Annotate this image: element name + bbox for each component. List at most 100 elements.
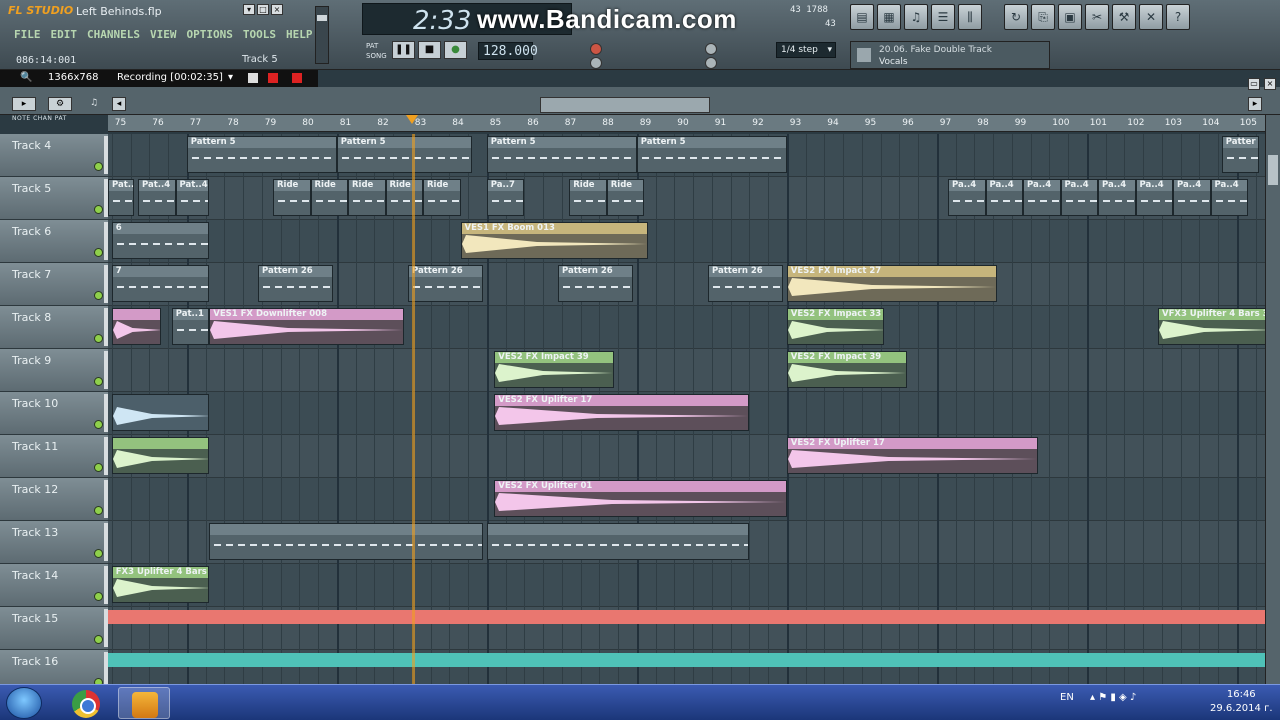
browser-icon[interactable]: ☰ bbox=[931, 4, 955, 30]
minimize-button[interactable]: ▾ bbox=[243, 4, 255, 15]
clip[interactable]: VES2 FX Uplifter 01 bbox=[494, 480, 787, 517]
track-header[interactable]: Track 4 bbox=[0, 134, 108, 177]
clip[interactable]: Pa..4 bbox=[1210, 179, 1248, 216]
stop-button[interactable]: ■ bbox=[418, 41, 441, 59]
menu-options[interactable]: OPTIONS bbox=[186, 28, 232, 41]
menu-edit[interactable]: EDIT bbox=[51, 28, 78, 41]
clip[interactable]: Pattern 5 bbox=[336, 136, 472, 173]
clip[interactable]: Pattern 5 bbox=[636, 136, 787, 173]
restore-button[interactable]: □ bbox=[257, 4, 269, 15]
playlist-grid[interactable]: Pattern 5 Pattern 5 Pattern 5 Pattern 5 Patt… bbox=[108, 134, 1265, 684]
track-mute-led[interactable] bbox=[94, 162, 103, 171]
clip[interactable]: VES1 FX Boom 013 bbox=[460, 222, 648, 259]
mixer-icon[interactable]: ⫼ bbox=[958, 4, 982, 30]
track-mute-led[interactable] bbox=[94, 291, 103, 300]
playlist-icon[interactable]: ▤ bbox=[850, 4, 874, 30]
clip[interactable]: Pa..4 bbox=[948, 179, 986, 216]
blend-icon[interactable] bbox=[705, 43, 717, 55]
tray-lang[interactable]: EN bbox=[1060, 692, 1074, 703]
tray-icons[interactable]: ▴ ⚑ ▮ ◈ ♪ bbox=[1090, 692, 1136, 703]
track-mute-led[interactable] bbox=[94, 205, 103, 214]
dropdown-icon[interactable]: ▾ bbox=[228, 72, 233, 83]
piano-roll-icon[interactable]: ♫ bbox=[904, 4, 928, 30]
note-icon[interactable]: ♫ bbox=[82, 97, 106, 111]
clip[interactable]: VES1 FX Downlifter 008 bbox=[209, 308, 405, 345]
close-button[interactable]: × bbox=[271, 4, 283, 15]
vertical-scrollbar[interactable] bbox=[1265, 115, 1280, 685]
master-volume-slider[interactable] bbox=[315, 6, 329, 64]
track-mute-led[interactable] bbox=[94, 549, 103, 558]
clip[interactable]: VES2 FX Impact 39 bbox=[786, 351, 907, 388]
clip[interactable]: VES2 FX Impact 39 bbox=[494, 351, 615, 388]
clip[interactable]: FX3 Uplifter 4 Bars 35 bbox=[111, 566, 210, 603]
clip[interactable]: Ride bbox=[385, 179, 423, 216]
clip[interactable]: Ride bbox=[310, 179, 348, 216]
track-lane[interactable] bbox=[108, 220, 1265, 263]
menu-view[interactable]: VIEW bbox=[150, 28, 177, 41]
track-header[interactable]: Track 9 bbox=[0, 349, 108, 392]
system-clock[interactable]: 16:46 29.6.2014 г. bbox=[1210, 688, 1273, 716]
playlist-close-button[interactable]: × bbox=[1264, 78, 1276, 90]
clip[interactable]: Pa..4 bbox=[1135, 179, 1173, 216]
track-lane[interactable] bbox=[108, 435, 1265, 478]
track-mute-led[interactable] bbox=[94, 248, 103, 257]
render-icon[interactable]: ▣ bbox=[1058, 4, 1082, 30]
menu-help[interactable]: HELP bbox=[286, 28, 313, 41]
clip[interactable]: Pat..3 bbox=[108, 179, 135, 216]
clip[interactable]: VES2 FX Impact 33 bbox=[786, 308, 885, 345]
clip[interactable]: Ride bbox=[569, 179, 607, 216]
wait-icon[interactable] bbox=[590, 57, 602, 69]
playlist-minimize-button[interactable]: ▭ bbox=[1248, 78, 1260, 90]
clip[interactable]: VFX3 Uplifter 4 Bars 35 bbox=[1158, 308, 1265, 345]
clip[interactable]: Pattern 26 bbox=[408, 265, 483, 302]
track-header[interactable]: Track 15 bbox=[0, 607, 108, 650]
automation-clip[interactable] bbox=[108, 653, 1265, 667]
scroll-left-button[interactable]: ◂ bbox=[112, 97, 126, 111]
track-lane[interactable] bbox=[108, 349, 1265, 392]
camera-icon[interactable] bbox=[248, 73, 258, 83]
clip[interactable] bbox=[486, 523, 750, 560]
chrome-task[interactable] bbox=[60, 687, 112, 719]
track-mute-led[interactable] bbox=[94, 506, 103, 515]
menu-file[interactable]: FILE bbox=[14, 28, 41, 41]
track-header[interactable]: Track 12 bbox=[0, 478, 108, 521]
clip[interactable]: Pa..4 bbox=[985, 179, 1023, 216]
metronome-icon[interactable] bbox=[590, 43, 602, 55]
clip[interactable]: VES2 FX Uplifter 17 bbox=[494, 394, 750, 431]
track-header[interactable]: Track 5 bbox=[0, 177, 108, 220]
clip[interactable]: Pa..4 bbox=[1023, 179, 1061, 216]
track-mute-led[interactable] bbox=[94, 635, 103, 644]
step-sequencer-icon[interactable]: ▦ bbox=[877, 4, 901, 30]
clip[interactable]: Pattern 26 bbox=[708, 265, 783, 302]
clip[interactable]: Pa..4 bbox=[1173, 179, 1211, 216]
fl-studio-task[interactable] bbox=[118, 687, 170, 719]
clip[interactable]: Ride bbox=[423, 179, 461, 216]
clip[interactable] bbox=[111, 394, 210, 431]
clip[interactable]: 7 bbox=[111, 265, 210, 302]
preset-selector[interactable]: 20.06. Fake Double Track Vocals bbox=[850, 41, 1050, 69]
pause-rec-icon[interactable] bbox=[268, 73, 278, 83]
loop-icon[interactable] bbox=[705, 57, 717, 69]
cut-icon[interactable]: ✂ bbox=[1085, 4, 1109, 30]
clip[interactable]: 6 bbox=[111, 222, 210, 259]
clip[interactable]: VES2 FX Uplifter 17 bbox=[786, 437, 1038, 474]
wrench-icon[interactable]: ⚒ bbox=[1112, 4, 1136, 30]
clip[interactable]: Pattern 26 bbox=[558, 265, 633, 302]
track-header[interactable]: Track 8 bbox=[0, 306, 108, 349]
clip[interactable] bbox=[111, 308, 161, 345]
help-icon[interactable]: ? bbox=[1166, 4, 1190, 30]
bar-ruler[interactable]: 75 76 77 78 79 80 81 82 83 84 85 86 87 88 89 90 91 92 93 94… bbox=[108, 115, 1265, 132]
scroll-right-button[interactable]: ▸ bbox=[1248, 97, 1262, 111]
clip[interactable]: VES2 FX Impact 27 bbox=[786, 265, 997, 302]
record-button[interactable]: ● bbox=[444, 41, 467, 59]
playlist-menu-button[interactable]: ▸ bbox=[12, 97, 36, 111]
clip[interactable]: Pa..7 bbox=[486, 179, 525, 216]
clip[interactable]: Patter bbox=[1221, 136, 1260, 173]
playhead-marker[interactable] bbox=[405, 115, 418, 124]
snap-tool-button[interactable]: ⚙ bbox=[48, 97, 72, 111]
refresh-icon[interactable]: ↻ bbox=[1004, 4, 1028, 30]
clip[interactable]: Pattern 5 bbox=[486, 136, 637, 173]
menu-tools[interactable]: TOOLS bbox=[243, 28, 276, 41]
track-mute-led[interactable] bbox=[94, 592, 103, 601]
tempo-display[interactable]: 128.000 bbox=[478, 42, 538, 60]
